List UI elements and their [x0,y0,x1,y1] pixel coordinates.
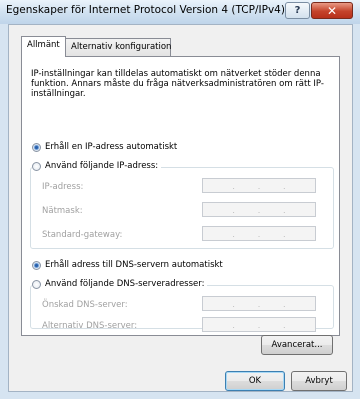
ip-dot: . [232,300,235,309]
close-button[interactable]: ✕ [311,2,353,19]
ip-dot: . [232,321,235,330]
subnet-mask-label: Nätmask: [42,206,83,216]
ip-address-field[interactable]: ... [202,178,316,193]
dns-auto-label: Erhåll adress till DNS-servern automatis… [45,260,223,270]
ip-address-label: IP-adress: [42,182,84,192]
dialog-body: Allmänt Alternativ konfiguration IP-inst… [8,24,353,392]
ip-manual-label: Använd följande IP-adress: [45,161,159,171]
ip-dot: . [283,182,286,191]
close-icon: ✕ [326,3,338,18]
title-bar: Egenskaper för Internet Protocol Version… [0,0,360,24]
ip-dot: . [232,230,235,239]
alternate-dns-label: Alternativ DNS-server: [42,321,138,331]
ip-dot: . [257,321,261,330]
ip-dot: . [283,206,286,215]
ok-button[interactable]: OK [225,371,285,391]
ip-manual-radio[interactable]: Använd följande IP-adress: [32,161,162,171]
ip-dot: . [283,300,286,309]
tab-general[interactable]: Allmänt [21,36,66,57]
radio-unchecked-icon [32,279,41,289]
alternate-dns-field[interactable]: ... [202,317,316,332]
ip-dot: . [257,182,261,191]
ip-auto-radio[interactable]: Erhåll en IP-adress automatiskt [32,142,177,152]
ip-dot: . [283,230,286,239]
ip-dot: . [257,230,261,239]
tab-content-general: IP-inställningar kan tilldelas automatis… [21,56,340,336]
ip-dot: . [257,206,261,215]
description-text: IP-inställningar kan tilldelas automatis… [31,69,324,99]
ip-dot: . [232,206,235,215]
dns-auto-radio[interactable]: Erhåll adress till DNS-servern automatis… [32,260,223,270]
advanced-button[interactable]: Avancerat... [261,335,333,355]
dns-manual-radio[interactable]: Använd följande DNS-serveradresser: [32,279,208,289]
radio-unchecked-icon [32,161,41,171]
help-button[interactable]: ? [285,2,310,19]
preferred-dns-field[interactable]: ... [202,296,316,311]
default-gateway-label: Standard-gateway: [42,230,123,240]
ip-dot: . [257,300,261,309]
window-title: Egenskaper för Internet Protocol Version… [6,4,285,16]
subnet-mask-field[interactable]: ... [202,202,316,217]
help-icon: ? [294,5,301,16]
radio-checked-icon [32,142,41,152]
ip-dot: . [232,182,235,191]
ip-auto-label: Erhåll en IP-adress automatiskt [45,142,178,152]
dns-manual-label: Använd följande DNS-serveradresser: [45,279,205,289]
preferred-dns-label: Önskad DNS-server: [42,300,128,310]
ip-dot: . [283,321,286,330]
cancel-button[interactable]: Avbryt [291,371,347,391]
default-gateway-field[interactable]: ... [202,226,316,241]
tab-alternate-configuration[interactable]: Alternativ konfiguration [65,38,171,56]
radio-checked-icon [32,260,41,270]
